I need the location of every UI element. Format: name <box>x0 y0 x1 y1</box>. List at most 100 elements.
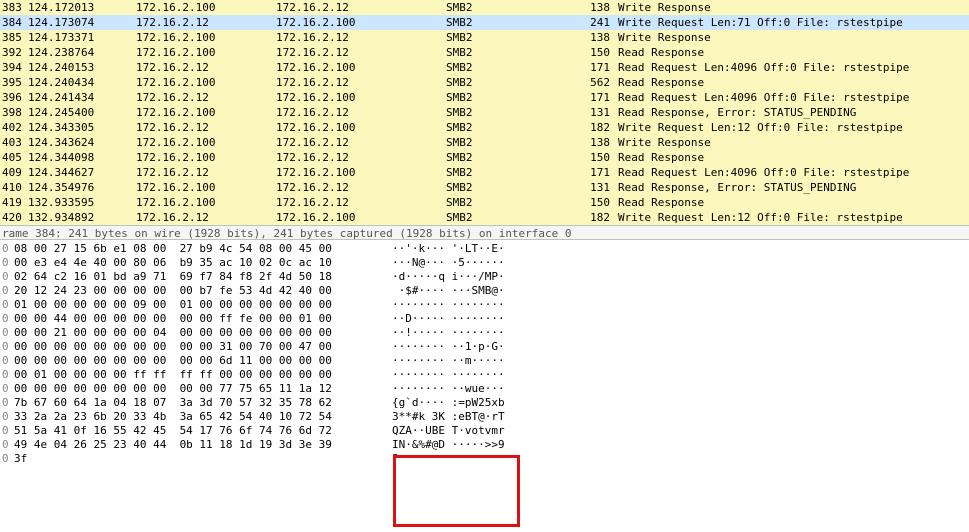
col-time: 124.240153 <box>28 60 136 75</box>
hex-offset: 0 <box>2 270 14 284</box>
col-dest: 172.16.2.12 <box>276 180 446 195</box>
packet-row[interactable]: 410124.354976172.16.2.100172.16.2.12SMB2… <box>0 180 969 195</box>
col-len: 131 <box>586 180 614 195</box>
packet-row[interactable]: 402124.343305172.16.2.12172.16.2.100SMB2… <box>0 120 969 135</box>
col-time: 124.245400 <box>28 105 136 120</box>
hex-row[interactable]: 001 00 00 00 00 00 09 00 01 00 00 00 00 … <box>2 298 969 312</box>
col-proto: SMB2 <box>446 30 586 45</box>
hex-ascii: ··!····· ········ <box>392 326 969 340</box>
col-source: 172.16.2.100 <box>136 0 276 15</box>
col-info: Read Response, Error: STATUS_PENDING <box>614 180 969 195</box>
col-source: 172.16.2.100 <box>136 150 276 165</box>
packet-row[interactable]: 396124.241434172.16.2.12172.16.2.100SMB2… <box>0 90 969 105</box>
col-proto: SMB2 <box>446 75 586 90</box>
col-no: 419 <box>0 195 28 210</box>
hex-offset: 0 <box>2 256 14 270</box>
col-len: 150 <box>586 150 614 165</box>
col-dest: 172.16.2.12 <box>276 30 446 45</box>
col-info: Write Response <box>614 135 969 150</box>
col-time: 124.343305 <box>28 120 136 135</box>
packet-row[interactable]: 409124.344627172.16.2.12172.16.2.100SMB2… <box>0 165 969 180</box>
col-proto: SMB2 <box>446 180 586 195</box>
col-info: Read Response <box>614 195 969 210</box>
col-source: 172.16.2.100 <box>136 195 276 210</box>
col-dest: 172.16.2.12 <box>276 105 446 120</box>
hex-pane[interactable]: 008 00 27 15 6b e1 08 00 27 b9 4c 54 08 … <box>0 240 969 466</box>
hex-row[interactable]: 03f? <box>2 452 969 466</box>
hex-row[interactable]: 000 00 00 00 00 00 00 00 00 00 31 00 70 … <box>2 340 969 354</box>
col-time: 124.344627 <box>28 165 136 180</box>
col-no: 396 <box>0 90 28 105</box>
hex-ascii: ··'·k··· '·LT··E· <box>392 242 969 256</box>
hex-offset: 0 <box>2 284 14 298</box>
hex-bytes: 00 00 00 00 00 00 00 00 00 00 6d 11 00 0… <box>14 354 392 368</box>
hex-row[interactable]: 000 00 21 00 00 00 00 04 00 00 00 00 00 … <box>2 326 969 340</box>
col-proto: SMB2 <box>446 120 586 135</box>
hex-bytes: 02 64 c2 16 01 bd a9 71 69 f7 84 f8 2f 4… <box>14 270 392 284</box>
hex-offset: 0 <box>2 410 14 424</box>
col-source: 172.16.2.12 <box>136 60 276 75</box>
col-proto: SMB2 <box>446 165 586 180</box>
col-info: Read Request Len:4096 Off:0 File: rstest… <box>614 60 969 75</box>
hex-bytes: 7b 67 60 64 1a 04 18 07 3a 3d 70 57 32 3… <box>14 396 392 410</box>
hex-offset: 0 <box>2 298 14 312</box>
col-len: 131 <box>586 105 614 120</box>
hex-offset: 0 <box>2 368 14 382</box>
col-dest: 172.16.2.100 <box>276 15 446 30</box>
packet-row[interactable]: 392124.238764172.16.2.100172.16.2.12SMB2… <box>0 45 969 60</box>
col-time: 132.933595 <box>28 195 136 210</box>
col-info: Write Request Len:12 Off:0 File: rstestp… <box>614 210 969 225</box>
col-time: 124.343624 <box>28 135 136 150</box>
packet-row[interactable]: 405124.344098172.16.2.100172.16.2.12SMB2… <box>0 150 969 165</box>
col-time: 124.238764 <box>28 45 136 60</box>
hex-bytes: 51 5a 41 0f 16 55 42 45 54 17 76 6f 74 7… <box>14 424 392 438</box>
packet-list[interactable]: 383124.172013172.16.2.100172.16.2.12SMB2… <box>0 0 969 225</box>
col-proto: SMB2 <box>446 195 586 210</box>
packet-row[interactable]: 403124.343624172.16.2.100172.16.2.12SMB2… <box>0 135 969 150</box>
hex-row[interactable]: 051 5a 41 0f 16 55 42 45 54 17 76 6f 74 … <box>2 424 969 438</box>
col-no: 410 <box>0 180 28 195</box>
col-time: 124.173371 <box>28 30 136 45</box>
col-info: Read Request Len:4096 Off:0 File: rstest… <box>614 165 969 180</box>
packet-row[interactable]: 385124.173371172.16.2.100172.16.2.12SMB2… <box>0 30 969 45</box>
col-info: Read Response <box>614 75 969 90</box>
col-len: 241 <box>586 15 614 30</box>
hex-ascii: ? <box>392 452 969 466</box>
hex-row[interactable]: 002 64 c2 16 01 bd a9 71 69 f7 84 f8 2f … <box>2 270 969 284</box>
hex-row[interactable]: 07b 67 60 64 1a 04 18 07 3a 3d 70 57 32 … <box>2 396 969 410</box>
col-time: 124.241434 <box>28 90 136 105</box>
col-proto: SMB2 <box>446 105 586 120</box>
packet-row[interactable]: 419132.933595172.16.2.100172.16.2.12SMB2… <box>0 195 969 210</box>
packet-row[interactable]: 383124.172013172.16.2.100172.16.2.12SMB2… <box>0 0 969 15</box>
col-no: 409 <box>0 165 28 180</box>
col-info: Write Request Len:12 Off:0 File: rstestp… <box>614 120 969 135</box>
col-source: 172.16.2.100 <box>136 75 276 90</box>
packet-row[interactable]: 384124.173074172.16.2.12172.16.2.100SMB2… <box>0 15 969 30</box>
hex-ascii: 3**#k 3K :eBT@·rT <box>392 410 969 424</box>
col-dest: 172.16.2.100 <box>276 90 446 105</box>
hex-row[interactable]: 008 00 27 15 6b e1 08 00 27 b9 4c 54 08 … <box>2 242 969 256</box>
hex-row[interactable]: 000 00 00 00 00 00 00 00 00 00 6d 11 00 … <box>2 354 969 368</box>
hex-row[interactable]: 049 4e 04 26 25 23 40 44 0b 11 18 1d 19 … <box>2 438 969 452</box>
packet-row[interactable]: 394124.240153172.16.2.12172.16.2.100SMB2… <box>0 60 969 75</box>
hex-row[interactable]: 033 2a 2a 23 6b 20 33 4b 3a 65 42 54 40 … <box>2 410 969 424</box>
col-source: 172.16.2.12 <box>136 210 276 225</box>
col-len: 138 <box>586 135 614 150</box>
hex-row[interactable]: 000 00 00 00 00 00 00 00 00 00 77 75 65 … <box>2 382 969 396</box>
col-info: Write Response <box>614 0 969 15</box>
hex-ascii: ·d·····q i···/MP· <box>392 270 969 284</box>
packet-row[interactable]: 420132.934892172.16.2.12172.16.2.100SMB2… <box>0 210 969 225</box>
hex-bytes: 00 00 00 00 00 00 00 00 00 00 77 75 65 1… <box>14 382 392 396</box>
packet-row[interactable]: 395124.240434172.16.2.100172.16.2.12SMB2… <box>0 75 969 90</box>
hex-row[interactable]: 000 00 44 00 00 00 00 00 00 00 ff fe 00 … <box>2 312 969 326</box>
col-dest: 172.16.2.12 <box>276 195 446 210</box>
hex-ascii: ········ ········ <box>392 368 969 382</box>
hex-row[interactable]: 020 12 24 23 00 00 00 00 00 b7 fe 53 4d … <box>2 284 969 298</box>
hex-ascii: ········ ········ <box>392 298 969 312</box>
hex-bytes: 00 00 00 00 00 00 00 00 00 00 31 00 70 0… <box>14 340 392 354</box>
hex-row[interactable]: 000 01 00 00 00 00 ff ff ff ff 00 00 00 … <box>2 368 969 382</box>
col-dest: 172.16.2.12 <box>276 0 446 15</box>
packet-row[interactable]: 398124.245400172.16.2.100172.16.2.12SMB2… <box>0 105 969 120</box>
col-len: 171 <box>586 165 614 180</box>
hex-row[interactable]: 000 e3 e4 4e 40 00 80 06 b9 35 ac 10 02 … <box>2 256 969 270</box>
